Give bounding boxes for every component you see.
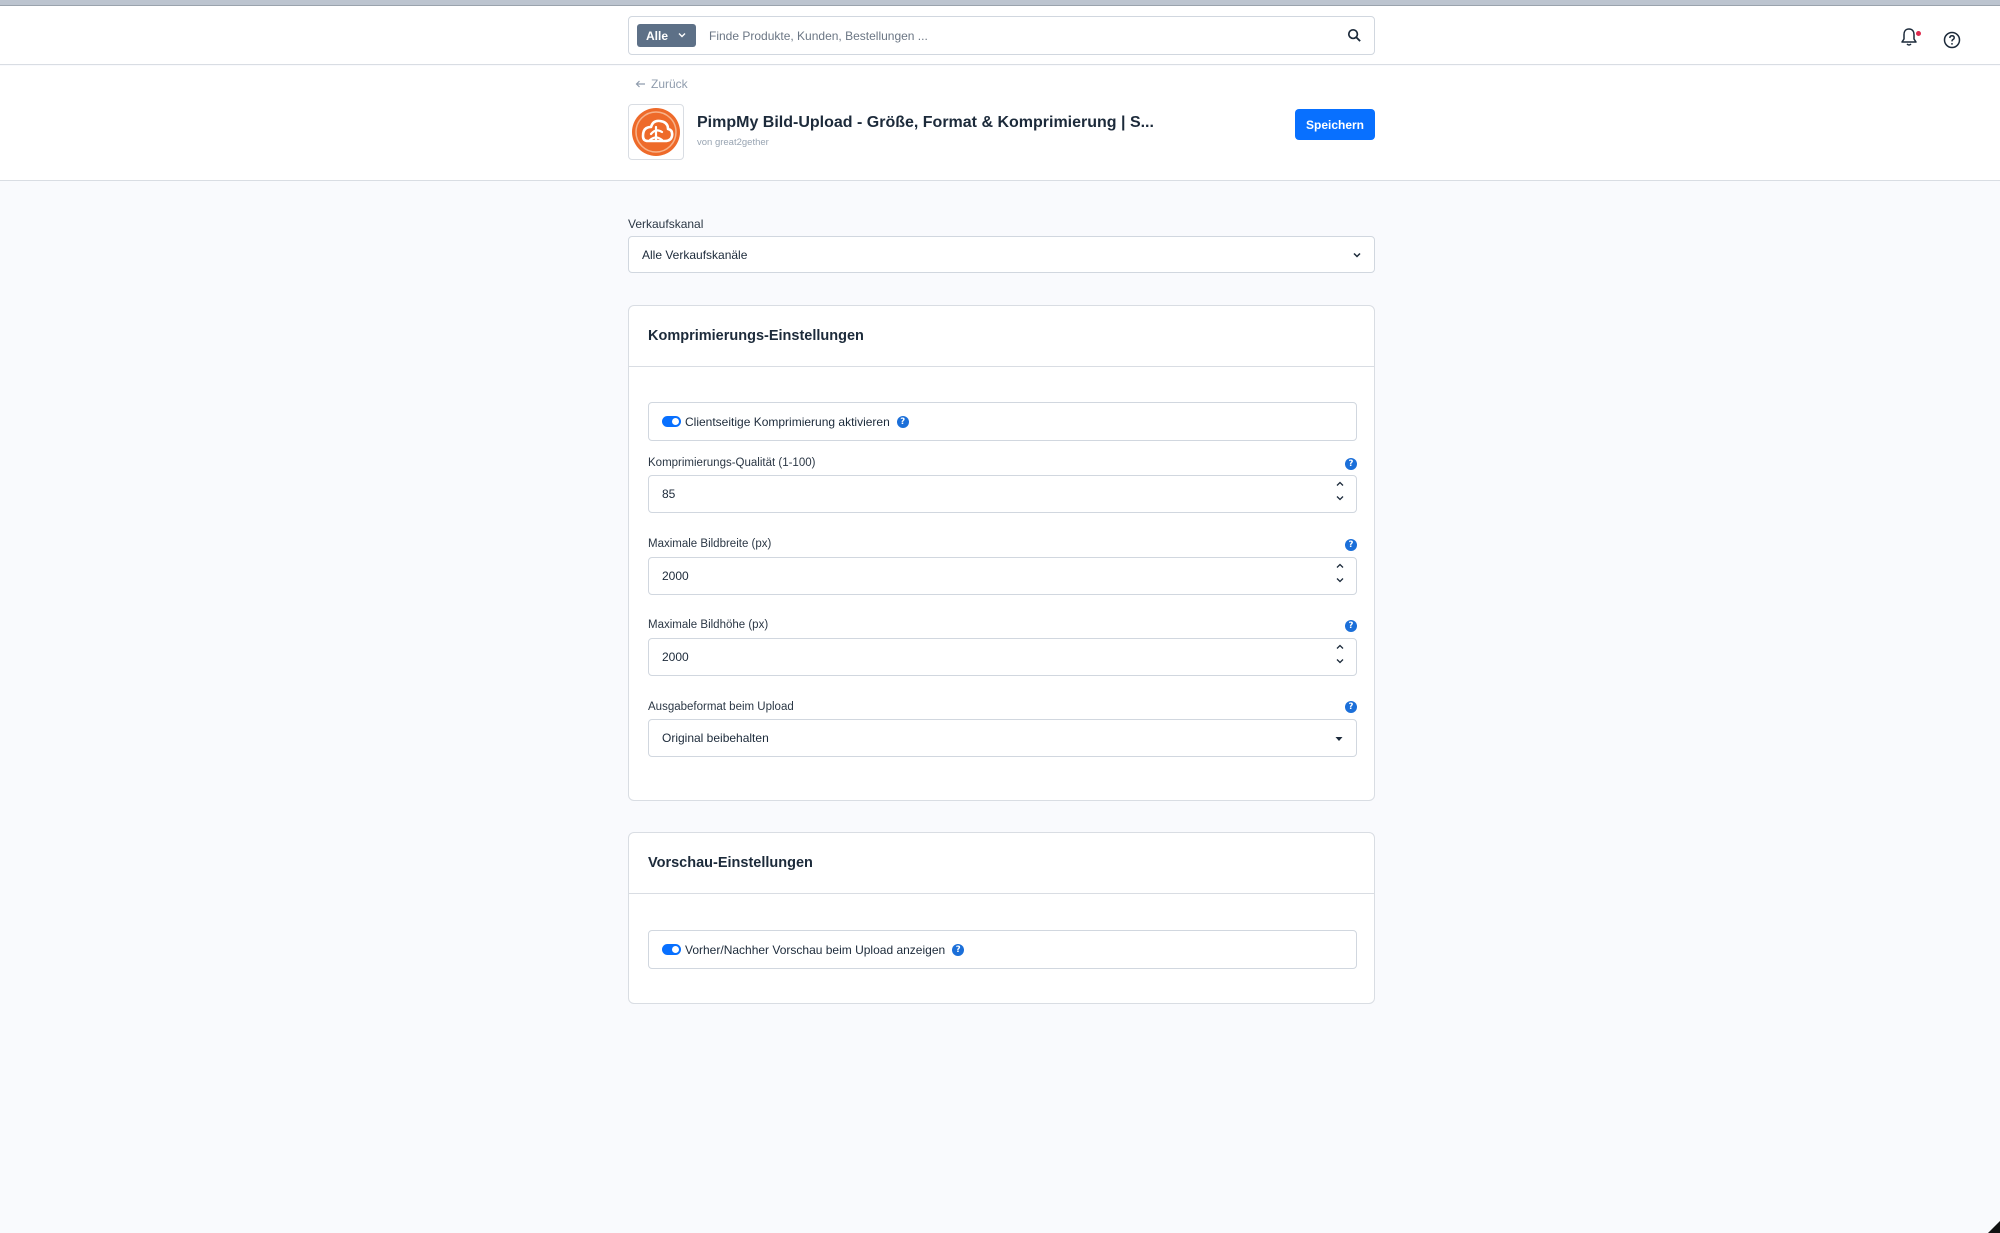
quality-value: 85 bbox=[662, 487, 676, 501]
preview-switch[interactable] bbox=[662, 944, 681, 955]
max-height-input[interactable]: 2000 bbox=[648, 638, 1357, 676]
preview-settings-card: Vorschau-Einstellungen Vorher/Nachher Vo… bbox=[628, 832, 1375, 1004]
info-icon[interactable]: ? bbox=[896, 415, 909, 428]
back-label: Zurück bbox=[651, 77, 688, 91]
client-compression-label: Clientseitige Komprimierung aktivieren bbox=[685, 414, 890, 429]
info-icon[interactable]: ? bbox=[952, 943, 965, 956]
info-icon[interactable]: ? bbox=[1345, 539, 1357, 551]
page-header: Zurück PimpMy Bild-Upload - Größe, Forma… bbox=[0, 66, 2000, 181]
chevron-down-icon bbox=[1335, 737, 1343, 741]
chevron-down-icon[interactable] bbox=[1335, 576, 1345, 584]
quality-label: Komprimierungs-Qualität (1-100) bbox=[648, 457, 816, 469]
help-icon[interactable] bbox=[1943, 31, 1961, 49]
max-width-input[interactable]: 2000 bbox=[648, 557, 1357, 595]
output-format-select[interactable]: Original beibehalten bbox=[648, 719, 1357, 757]
sales-channel-value: Alle Verkaufskanäle bbox=[642, 247, 748, 262]
save-button[interactable]: Speichern bbox=[1295, 109, 1375, 140]
client-compression-switch[interactable] bbox=[662, 416, 681, 427]
chevron-up-icon[interactable] bbox=[1335, 643, 1345, 651]
chevron-down-icon[interactable] bbox=[1335, 494, 1345, 502]
page-title: PimpMy Bild-Upload - Größe, Format & Kom… bbox=[697, 114, 1154, 131]
vendor-label: von great2gether bbox=[697, 137, 769, 148]
preview-toggle-label: Vorher/Nachher Vorschau beim Upload anze… bbox=[685, 942, 946, 957]
max-width-value: 2000 bbox=[662, 569, 689, 583]
search-icon[interactable] bbox=[1347, 28, 1362, 43]
notification-dot bbox=[1915, 30, 1922, 37]
chevron-down-icon bbox=[1353, 252, 1361, 258]
info-icon[interactable]: ? bbox=[1345, 701, 1357, 713]
max-height-label: Maximale Bildhöhe (px) bbox=[648, 619, 769, 631]
sales-channel-label: Verkaufskanal bbox=[628, 217, 704, 231]
plugin-logo bbox=[628, 104, 684, 160]
quality-stepper[interactable] bbox=[1335, 480, 1345, 502]
max-height-value: 2000 bbox=[662, 650, 689, 664]
chevron-down-icon[interactable] bbox=[1335, 657, 1345, 665]
chevron-down-icon bbox=[678, 33, 686, 38]
search-input[interactable] bbox=[709, 17, 1309, 54]
client-compression-toggle-row: Clientseitige Komprimierung aktivieren ? bbox=[648, 402, 1357, 441]
global-search: Alle bbox=[628, 16, 1375, 55]
chevron-up-icon[interactable] bbox=[1335, 480, 1345, 488]
search-type-label: Alle bbox=[646, 28, 669, 43]
output-format-label: Ausgabeformat beim Upload bbox=[648, 701, 794, 713]
back-link[interactable]: Zurück bbox=[635, 77, 688, 91]
info-icon[interactable]: ? bbox=[1345, 620, 1357, 632]
info-icon[interactable]: ? bbox=[1345, 458, 1357, 470]
max-width-label: Maximale Bildbreite (px) bbox=[648, 538, 772, 550]
preview-settings-title: Vorschau-Einstellungen bbox=[629, 833, 1374, 894]
compression-settings-title: Komprimierungs-Einstellungen bbox=[629, 306, 1374, 367]
sales-channel-select[interactable]: Alle Verkaufskanäle bbox=[628, 236, 1375, 273]
arrow-left-icon bbox=[635, 80, 645, 88]
top-bar: Alle bbox=[0, 6, 2000, 65]
compression-settings-card: Komprimierungs-Einstellungen Clientseiti… bbox=[628, 305, 1375, 801]
chevron-up-icon[interactable] bbox=[1335, 562, 1345, 570]
search-type-dropdown[interactable]: Alle bbox=[637, 24, 696, 47]
output-format-value: Original beibehalten bbox=[662, 731, 769, 745]
bell-icon[interactable] bbox=[1899, 26, 1919, 48]
preview-toggle-row: Vorher/Nachher Vorschau beim Upload anze… bbox=[648, 930, 1357, 969]
max-height-stepper[interactable] bbox=[1335, 643, 1345, 665]
plugin-logo-icon bbox=[632, 108, 680, 156]
quality-input[interactable]: 85 bbox=[648, 475, 1357, 513]
max-width-stepper[interactable] bbox=[1335, 562, 1345, 584]
window-corner bbox=[1988, 1221, 2000, 1233]
